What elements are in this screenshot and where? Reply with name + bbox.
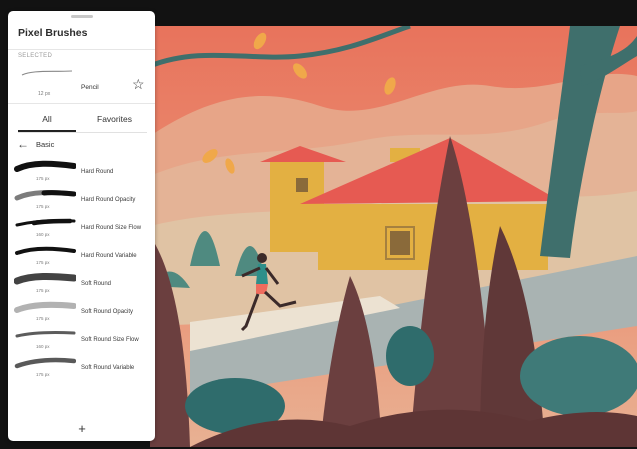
brush-stroke-preview [14, 272, 76, 285]
tabs-divider [18, 132, 147, 133]
brush-name: Soft Round [81, 281, 112, 287]
brush-name: Soft Round Size Flow [81, 337, 139, 343]
brush-stroke-preview [14, 190, 76, 201]
brush-size: 175 px [36, 176, 50, 181]
brush-stroke-preview [14, 357, 76, 369]
brush-name: Hard Round Size Flow [81, 225, 142, 231]
brush-size: 175 px [36, 316, 50, 321]
brush-item-hard-round-variable[interactable]: 175 px Hard Round Variable [8, 243, 155, 271]
brush-size: 175 px [36, 260, 50, 265]
brush-item-hard-round-size-flow[interactable]: 160 px Hard Round Size Flow [8, 215, 155, 243]
artwork-illustration [150, 26, 637, 447]
star-outline-icon[interactable]: ☆ [132, 77, 146, 91]
brush-item-soft-round[interactable]: 175 px Soft Round [8, 271, 155, 299]
brush-name: Hard Round Variable [81, 253, 137, 259]
brush-item-soft-round-opacity[interactable]: 175 px Soft Round Opacity [8, 299, 155, 327]
selected-brush-name: Pencil [81, 84, 99, 91]
brush-stroke-preview [14, 301, 76, 313]
brush-size: 160 px [36, 344, 50, 349]
brush-item-hard-round-opacity[interactable]: 175 px Hard Round Opacity [8, 187, 155, 215]
plus-icon[interactable]: + [74, 421, 90, 437]
brush-stroke-preview [14, 160, 76, 172]
brush-size: 175 px [36, 372, 50, 377]
brush-item-soft-round-size-flow[interactable]: 160 px Soft Round Size Flow [8, 327, 155, 355]
brush-name: Hard Round Opacity [81, 197, 136, 203]
brush-item-hard-round[interactable]: 175 px Hard Round [8, 159, 155, 187]
brush-stroke-preview [15, 246, 76, 255]
brush-name: Hard Round [81, 169, 114, 175]
divider [8, 49, 155, 50]
divider [8, 103, 155, 104]
panel-drag-handle[interactable] [71, 15, 93, 18]
category-label: Basic [36, 140, 55, 149]
brush-size: 175 px [36, 204, 50, 209]
brush-size: 175 px [36, 288, 50, 293]
brush-size: 160 px [36, 232, 50, 237]
selected-label: SELECTED [18, 53, 53, 59]
brush-name: Soft Round Variable [81, 365, 135, 371]
brush-name: Soft Round Opacity [81, 309, 134, 315]
tab-favorites[interactable]: Favorites [82, 107, 147, 131]
brush-item-soft-round-variable[interactable]: 175 px Soft Round Variable [8, 355, 155, 383]
selected-brush-stroke-preview [21, 70, 73, 76]
arrow-left-icon: ← [17, 137, 29, 151]
selected-brush-size: 12 px [38, 91, 51, 97]
artwork-canvas[interactable] [150, 26, 637, 447]
brush-tabs: All Favorites [18, 107, 147, 132]
tab-all[interactable]: All [18, 107, 76, 131]
pixel-brushes-panel: Pixel Brushes SELECTED 12 px Pencil ☆ Al… [8, 11, 155, 441]
brush-stroke-preview [15, 218, 76, 227]
panel-title: Pixel Brushes [18, 27, 88, 39]
brush-stroke-preview [15, 330, 76, 338]
